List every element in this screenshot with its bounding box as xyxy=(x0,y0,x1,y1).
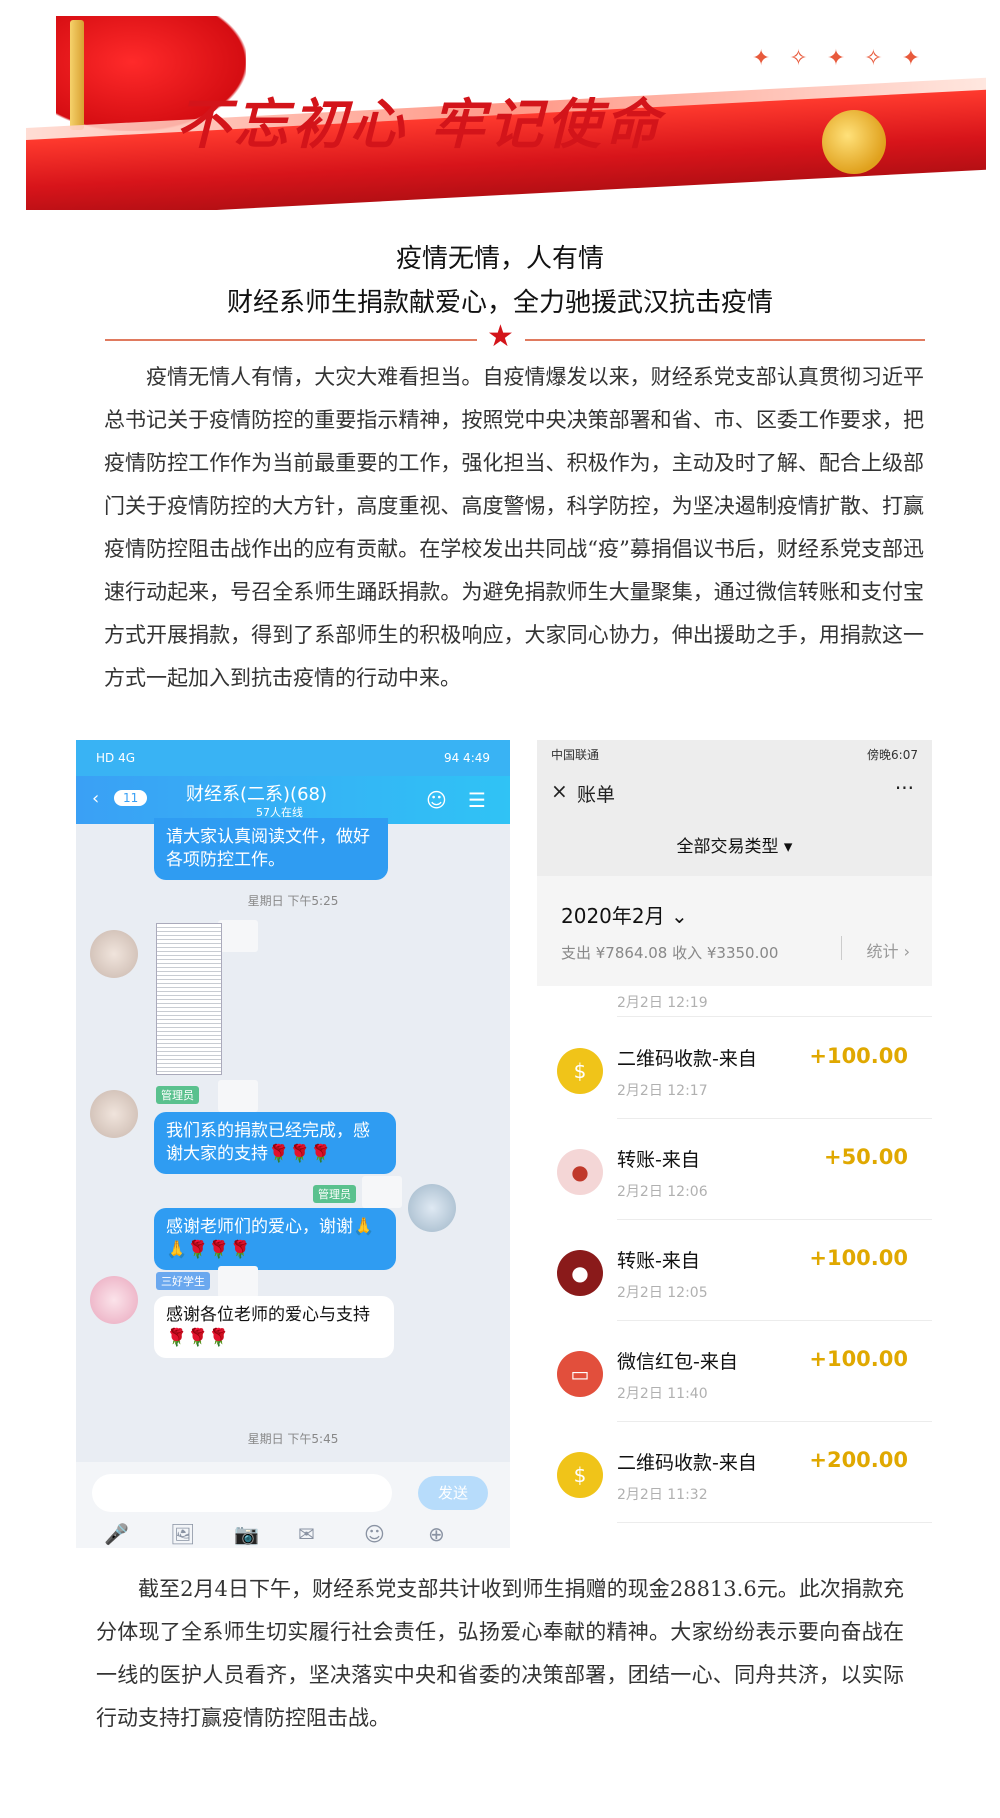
transaction-row[interactable]: ● 转账-来自 2月2日 12:06 +50.00 xyxy=(537,1119,932,1220)
back-arrow-icon[interactable]: ‹ xyxy=(92,788,99,809)
group-member-icon[interactable]: ☺ xyxy=(426,788,447,812)
transaction-name: 转账-来自 xyxy=(617,1149,700,1171)
chat-timestamp-1: 星期日 下午5:25 xyxy=(247,894,339,908)
title-divider-left xyxy=(105,339,477,341)
redacted-name-4 xyxy=(218,1266,258,1298)
chat-timestamp-2: 星期日 下午5:45 xyxy=(247,1432,339,1446)
redacted-name-3 xyxy=(362,1176,402,1208)
red-packet-icon[interactable]: ✉ xyxy=(298,1522,315,1546)
more-icon[interactable]: ··· xyxy=(895,776,914,800)
transaction-amount: +50.00 xyxy=(823,1145,908,1169)
month-totals: 支出 ¥7864.08 收入 ¥3350.00 xyxy=(561,944,779,962)
transaction-amount: +100.00 xyxy=(809,1044,908,1068)
transaction-amount: +200.00 xyxy=(809,1448,908,1472)
bill-title: 账单 xyxy=(577,784,616,806)
party-emblem-icon xyxy=(822,110,886,174)
statistics-link[interactable]: 统计 › xyxy=(867,938,911,962)
transaction-date: 2月2日 11:40 xyxy=(617,1386,708,1402)
chat-status-left: HD 4G xyxy=(96,751,136,765)
shared-spreadsheet-image[interactable] xyxy=(156,923,222,1075)
doves-graphic: ✦ ✧ ✦ ✧ ✦ xyxy=(751,46,926,71)
row-divider xyxy=(617,1016,932,1017)
transaction-row[interactable]: ▭ 微信红包-来自 2月2日 11:40 +100.00 xyxy=(537,1321,932,1422)
camera-icon[interactable]: 📷 xyxy=(234,1522,259,1546)
chat-message-1: 请大家认真阅读文件，做好各项防控工作。 xyxy=(154,818,388,880)
red-packet-icon: ▭ xyxy=(557,1351,603,1397)
partial-transaction-date: 2月2日 12:19 xyxy=(617,995,708,1011)
close-icon[interactable]: × xyxy=(551,779,568,803)
article-paragraph-1: 疫情无情人有情，大灾大难看担当。自疫情爆发以来，财经系党支部认真贯彻习近平总书记… xyxy=(104,365,924,690)
article-paragraph-2: 截至2月4日下午，财经系党支部共计收到师生捐赠的现金28813.6元。此次捐款充… xyxy=(96,1577,904,1730)
chat-header: ‹ 11 财经系(二系)(68) 57人在线 ☺ ☰ xyxy=(76,776,510,824)
student-tag: 三好学生 xyxy=(156,1272,210,1290)
transaction-row[interactable]: $ 二维码收款-来自 2月2日 11:32 +200.00 xyxy=(537,1422,932,1523)
transaction-name: 二维码收款-来自 xyxy=(617,1048,757,1070)
article-title-line2: 财经系师生捐款献爱心，全力驰援武汉抗击疫情 xyxy=(226,288,773,318)
bill-status-right: 傍晚6:07 xyxy=(867,747,918,762)
bill-status-left: 中国联通 xyxy=(551,747,600,762)
article-title-line1: 疫情无情，人有情 xyxy=(395,244,604,274)
transaction-amount: +100.00 xyxy=(809,1347,908,1371)
money-bag-icon: $ xyxy=(557,1452,603,1498)
month-selector[interactable]: 2020年2月 ⌄ xyxy=(561,900,688,929)
chat-message-3: 感谢老师们的爱心，谢谢🙏🙏🌹🌹🌹 xyxy=(154,1208,396,1270)
emoji-icon[interactable]: ☺ xyxy=(364,1522,385,1546)
chat-input-bar: 发送 🎤 🖼 📷 ✉ ☺ ⊕ xyxy=(76,1462,510,1548)
menu-icon[interactable]: ☰ xyxy=(468,788,486,812)
summary-separator xyxy=(841,936,842,960)
qq-group-chat-screenshot: HD 4G 94 4:49 ‹ 11 财经系(二系)(68) 57人在线 ☺ ☰… xyxy=(76,740,510,1548)
send-button[interactable]: 发送 xyxy=(418,1476,488,1510)
bill-header: × 账单 ··· xyxy=(537,768,932,818)
chat-message-4: 感谢各位老师的爱心与支持🌹🌹🌹 xyxy=(154,1296,394,1358)
avatar-admin-2[interactable] xyxy=(90,1090,138,1138)
transaction-date: 2月2日 12:05 xyxy=(617,1285,708,1301)
avatar-cat: ● xyxy=(557,1250,603,1296)
chat-message-2: 我们系的捐款已经完成，感谢大家的支持🌹🌹🌹 xyxy=(154,1112,396,1174)
title-divider-right xyxy=(525,339,925,341)
microphone-icon[interactable]: 🎤 xyxy=(104,1522,129,1546)
image-icon[interactable]: 🖼 xyxy=(170,1522,195,1546)
avatar-student[interactable] xyxy=(90,1276,138,1324)
wechat-bill-screenshot: 中国联通 傍晚6:07 × 账单 ··· 全部交易类型 ▾ 2020年2月 ⌄ … xyxy=(537,740,932,1548)
admin-tag-3: 管理员 xyxy=(313,1185,356,1203)
money-bag-icon: $ xyxy=(557,1048,603,1094)
plus-icon[interactable]: ⊕ xyxy=(428,1522,445,1546)
divider-star-icon: ★ xyxy=(487,319,514,354)
group-title: 财经系(二系)(68) xyxy=(186,784,327,805)
month-summary: 2020年2月 ⌄ 支出 ¥7864.08 收入 ¥3350.00 统计 › xyxy=(537,876,932,986)
avatar-doll: ● xyxy=(557,1149,603,1195)
transaction-date: 2月2日 12:06 xyxy=(617,1184,708,1200)
row-divider xyxy=(617,1522,932,1523)
transaction-type-filter[interactable]: 全部交易类型 ▾ xyxy=(537,818,932,876)
message-input[interactable] xyxy=(92,1474,392,1512)
chat-status-bar: HD 4G 94 4:49 xyxy=(76,740,510,776)
transaction-date: 2月2日 11:32 xyxy=(617,1487,708,1503)
admin-tag-2: 管理员 xyxy=(156,1086,199,1104)
avatar-self[interactable] xyxy=(408,1184,456,1232)
redacted-name-1 xyxy=(218,920,258,952)
ornamental-pillar-graphic xyxy=(70,20,84,130)
transaction-row[interactable]: $ 二维码收款-来自 2月2日 12:17 +100.00 xyxy=(537,1018,932,1119)
avatar-admin-1[interactable] xyxy=(90,930,138,978)
header-banner: ✦ ✧ ✦ ✧ ✦ 不忘初心 牢记使命 xyxy=(26,10,986,210)
transaction-amount: +100.00 xyxy=(809,1246,908,1270)
transaction-name: 微信红包-来自 xyxy=(617,1351,738,1373)
bill-status-bar: 中国联通 傍晚6:07 xyxy=(537,740,932,768)
redacted-name-2 xyxy=(218,1080,258,1112)
banner-slogan: 不忘初心 牢记使命 xyxy=(176,92,663,156)
transaction-name: 转账-来自 xyxy=(617,1250,700,1272)
transaction-name: 二维码收款-来自 xyxy=(617,1452,757,1474)
chat-status-right: 94 4:49 xyxy=(443,751,490,765)
transaction-date: 2月2日 12:17 xyxy=(617,1083,708,1099)
transaction-row[interactable]: ● 转账-来自 2月2日 12:05 +100.00 xyxy=(537,1220,932,1321)
unread-badge: 11 xyxy=(114,790,148,806)
